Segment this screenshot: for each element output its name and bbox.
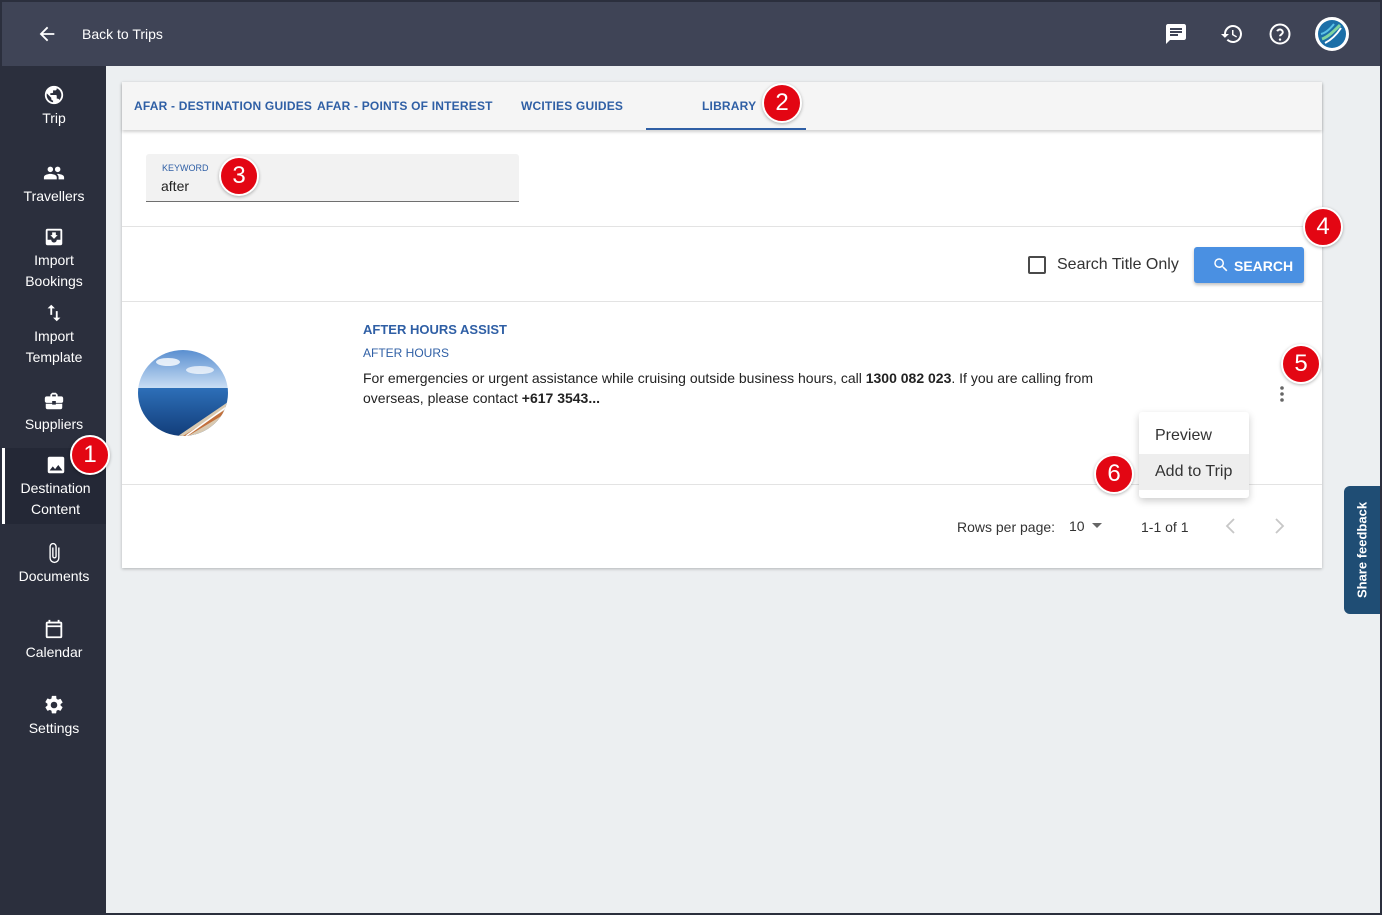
more-options-icon[interactable] xyxy=(1274,384,1290,404)
user-avatar[interactable] xyxy=(1315,17,1349,51)
search-button[interactable]: SEARCH xyxy=(1194,247,1304,283)
callout-marker: 2 xyxy=(762,83,802,123)
active-tab-indicator xyxy=(646,128,806,130)
sidebar-item-import-template[interactable]: Import Template xyxy=(2,302,106,368)
divider xyxy=(122,226,1322,227)
page-range: 1-1 of 1 xyxy=(1141,519,1189,535)
paperclip-icon xyxy=(49,542,60,564)
caret-down-icon[interactable] xyxy=(1092,523,1102,529)
swap-icon xyxy=(47,304,61,322)
calendar-icon xyxy=(45,619,63,639)
sidebar-item-documents[interactable]: Documents xyxy=(2,542,106,587)
sidebar-item-suppliers[interactable]: Suppliers xyxy=(2,390,106,435)
search-icon xyxy=(1214,258,1228,272)
menu-item-label: Preview xyxy=(1155,427,1212,444)
search-title-only-label[interactable]: Search Title Only xyxy=(1057,256,1179,274)
keyword-value[interactable]: after xyxy=(161,178,189,194)
keyword-label: KEYWORD xyxy=(162,163,209,173)
menu-item-preview[interactable]: Preview xyxy=(1139,418,1249,454)
callout-marker: 4 xyxy=(1303,207,1343,247)
callout-marker: 3 xyxy=(219,156,259,196)
rows-per-page-select[interactable]: 10 xyxy=(1069,518,1085,534)
tab-afar-points-of-interest[interactable]: AFAR - POINTS OF INTEREST xyxy=(317,99,493,113)
chat-icon[interactable] xyxy=(1164,22,1188,46)
briefcase-icon xyxy=(44,392,64,410)
sidebar-item-label: Settings xyxy=(28,720,80,736)
tab-bar: AFAR - DESTINATION GUIDES AFAR - POINTS … xyxy=(122,82,1322,130)
sidebar-item-label: Calendar xyxy=(25,644,83,660)
sidebar-item-calendar[interactable]: Calendar xyxy=(2,618,106,663)
sidebar-item-label: Suppliers xyxy=(24,416,84,432)
result-title[interactable]: AFTER HOURS ASSIST xyxy=(363,322,507,337)
share-feedback-label: Share feedback xyxy=(1354,501,1370,599)
app-window: Back to Trips Trip Travellers Import Boo… xyxy=(2,2,1380,913)
callout-marker: 1 xyxy=(70,435,110,475)
search-title-only-checkbox[interactable] xyxy=(1028,256,1046,274)
help-icon[interactable] xyxy=(1268,22,1292,46)
keyword-input[interactable]: KEYWORD after xyxy=(146,154,519,202)
context-menu: Preview Add to Trip xyxy=(1139,412,1249,498)
logo-globe-icon xyxy=(1318,20,1346,48)
result-phone: +617 3543... xyxy=(521,390,601,406)
share-feedback-tab[interactable]: Share feedback xyxy=(1344,486,1380,614)
sidebar-item-label: Travellers xyxy=(23,188,85,204)
result-text: For emergencies or urgent assistance whi… xyxy=(363,370,866,386)
sidebar-item-label: Import Template xyxy=(25,328,83,365)
history-icon[interactable] xyxy=(1220,22,1244,46)
result-thumbnail xyxy=(138,350,228,436)
gear-icon xyxy=(45,695,63,714)
image-icon xyxy=(47,456,64,474)
sidebar-nav: Trip Travellers Import Bookings Import T… xyxy=(2,66,106,913)
back-to-trips-link[interactable]: Back to Trips xyxy=(82,26,163,42)
ocean-cruise-image xyxy=(138,350,228,436)
globe-icon xyxy=(44,85,64,105)
sidebar-item-travellers[interactable]: Travellers xyxy=(2,162,106,207)
sidebar-item-trip[interactable]: Trip xyxy=(2,84,106,129)
result-phone: 1300 082 023 xyxy=(865,370,952,386)
tab-wcities-guides[interactable]: WCITIES GUIDES xyxy=(521,99,623,113)
result-category: AFTER HOURS xyxy=(363,346,450,360)
sidebar-item-import-bookings[interactable]: Import Bookings xyxy=(2,226,106,292)
import-icon xyxy=(45,228,63,246)
sidebar-item-label: Trip xyxy=(42,110,66,126)
search-button-label: SEARCH xyxy=(1234,258,1294,274)
sidebar-item-label: Destination Content xyxy=(20,480,91,517)
tab-library[interactable]: LIBRARY xyxy=(702,99,756,113)
callout-marker: 6 xyxy=(1094,454,1134,494)
sidebar-item-label: Documents xyxy=(18,568,90,584)
menu-item-add-to-trip[interactable]: Add to Trip xyxy=(1139,454,1249,490)
back-arrow-icon[interactable] xyxy=(36,22,58,46)
sidebar-item-label: Import Bookings xyxy=(25,252,83,289)
top-bar: Back to Trips xyxy=(2,2,1380,66)
tab-afar-destination-guides[interactable]: AFAR - DESTINATION GUIDES xyxy=(134,99,312,113)
callout-marker: 5 xyxy=(1281,344,1321,384)
chevron-right-icon[interactable] xyxy=(1272,517,1286,535)
result-description: For emergencies or urgent assistance whi… xyxy=(363,368,1093,408)
sidebar-item-settings[interactable]: Settings xyxy=(2,694,106,739)
people-icon xyxy=(43,166,65,180)
divider xyxy=(122,301,1322,302)
rows-per-page-label: Rows per page: xyxy=(957,519,1056,535)
chevron-left-icon[interactable] xyxy=(1224,517,1238,535)
menu-item-label: Add to Trip xyxy=(1155,463,1233,480)
